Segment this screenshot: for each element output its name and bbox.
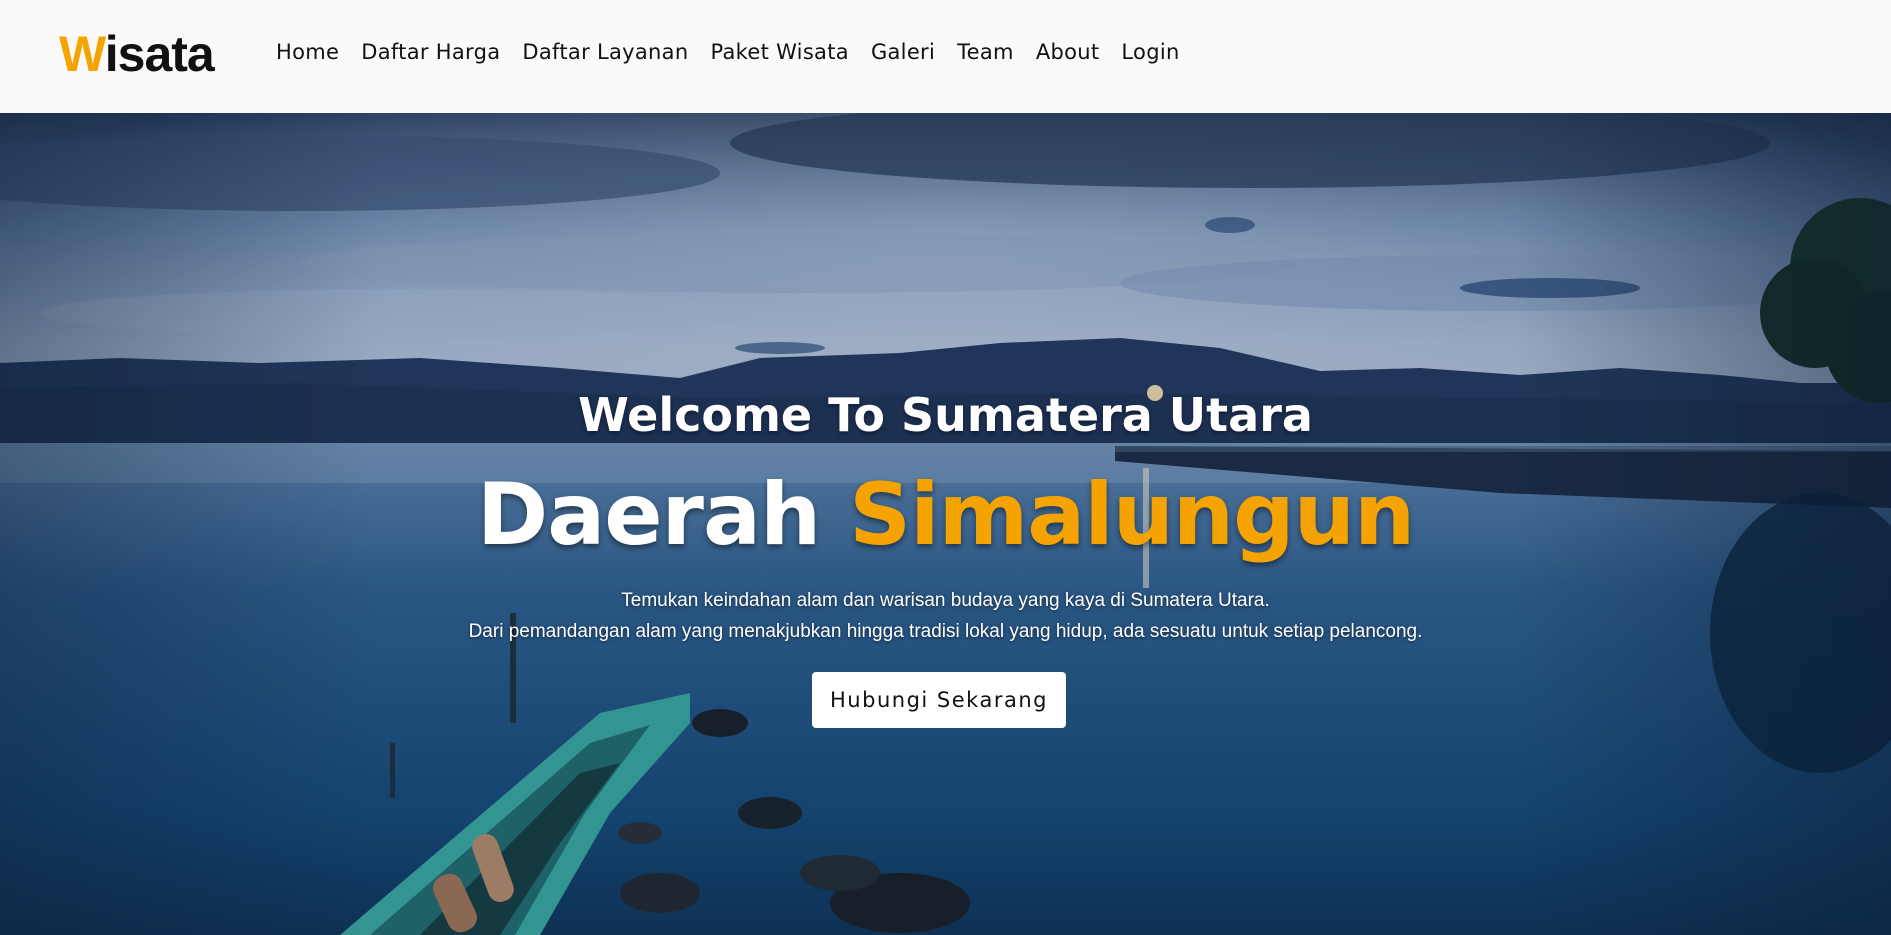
nav-paket-wisata[interactable]: Paket Wisata	[710, 40, 848, 64]
logo-text: isata	[104, 26, 215, 82]
hero-title: Daerah Simalungun	[0, 465, 1891, 565]
nav-daftar-harga[interactable]: Daftar Harga	[361, 40, 500, 64]
site-logo[interactable]: Wisata	[59, 24, 215, 84]
main-nav: Home Daftar Harga Daftar Layanan Paket W…	[276, 40, 1202, 64]
nav-galeri[interactable]: Galeri	[871, 40, 935, 64]
nav-team[interactable]: Team	[957, 40, 1014, 64]
hero-description-line-2: Dari pemandangan alam yang menakjubkan h…	[468, 621, 1423, 642]
hero-title-plain: Daerah	[476, 465, 850, 565]
hero-content: Welcome To Sumatera Utara Daerah Simalun…	[0, 113, 1891, 935]
nav-login[interactable]: Login	[1121, 40, 1179, 64]
contact-now-button[interactable]: Hubungi Sekarang	[812, 672, 1066, 728]
navbar: Wisata Home Daftar Harga Daftar Layanan …	[0, 0, 1891, 113]
nav-home[interactable]: Home	[276, 40, 339, 64]
hero-title-highlight: Simalungun	[849, 465, 1415, 565]
nav-about[interactable]: About	[1036, 40, 1100, 64]
nav-daftar-layanan[interactable]: Daftar Layanan	[522, 40, 688, 64]
hero-description: Temukan keindahan alam dan warisan buday…	[0, 585, 1891, 647]
hero-welcome-heading: Welcome To Sumatera Utara	[578, 388, 1313, 442]
hero-description-line-1: Temukan keindahan alam dan warisan buday…	[621, 590, 1270, 611]
logo-accent-letter: W	[59, 26, 106, 82]
hero-section: Welcome To Sumatera Utara Daerah Simalun…	[0, 113, 1891, 935]
